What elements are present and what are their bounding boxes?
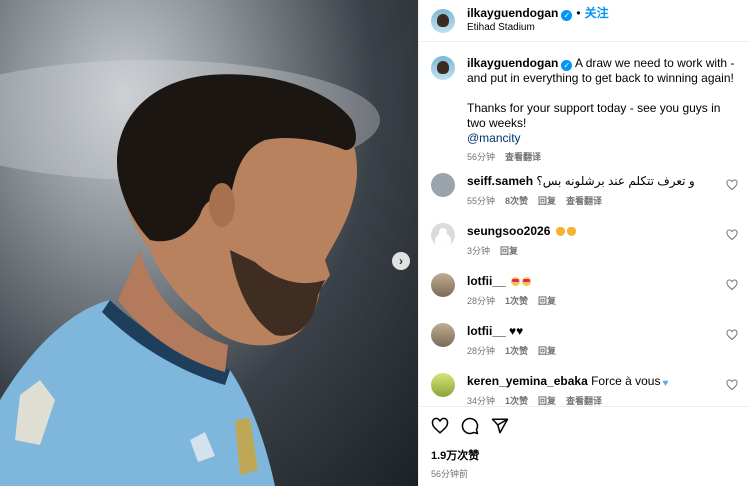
comment-text: و تعرف تتكلم عند برشلونه بس؟ — [536, 174, 695, 188]
caption-avatar[interactable] — [431, 56, 455, 80]
paper-plane-icon[interactable] — [491, 417, 509, 435]
post-dialog: › ilkayguendogan ✓ • 关注 Etihad Stadium ilka… — [0, 0, 750, 486]
hand-emoji-icon — [566, 227, 576, 236]
comment-icon[interactable] — [461, 417, 479, 435]
smile-emoji-icon — [522, 277, 532, 286]
follow-button[interactable]: 关注 — [585, 6, 609, 20]
blue-heart-emoji-icon: ♥ — [662, 378, 669, 389]
commenter-username[interactable]: seungsoo2026 — [467, 224, 550, 238]
comment-meta: 3分钟 回复 — [467, 243, 738, 259]
like-count[interactable]: 1.9万次赞 — [431, 447, 738, 463]
comment-likes[interactable]: 1次赞 — [505, 346, 528, 356]
comment-rows: seiff.sameh و تعرف تتكلم عند برشلونه بس؟… — [431, 173, 738, 406]
commenter-avatar[interactable] — [431, 323, 455, 347]
caption-body: ilkayguendogan ✓ A draw we need to work w… — [467, 56, 738, 165]
comment-meta: 55分钟 8次赞 回复 查看翻译 — [467, 193, 738, 209]
comment-likes[interactable]: 1次赞 — [505, 296, 528, 306]
reply-button[interactable]: 回复 — [538, 396, 556, 406]
commenter-avatar[interactable] — [431, 273, 455, 297]
hand-emoji-icon — [555, 227, 565, 236]
caption: ilkayguendogan ✓ A draw we need to work w… — [431, 56, 738, 165]
comment-item: keren_yemina_ebaka Force à vous ♥ 34分钟 1次赞回… — [431, 373, 738, 406]
comment-likes[interactable]: 8次赞 — [505, 196, 528, 206]
posted-time: 56分钟前 — [431, 469, 469, 479]
next-photo-button[interactable]: › — [392, 252, 410, 270]
commenter-avatar[interactable] — [431, 173, 455, 197]
comment-item: lotfii__ ♥♥ 28分钟 1次赞 回复 — [431, 323, 738, 359]
commenter-username[interactable]: lotfii__ — [467, 324, 506, 338]
comment-meta: 28分钟 1次赞 回复 — [467, 343, 738, 359]
commenter-avatar[interactable] — [431, 223, 455, 247]
comment-item: seungsoo2026 3分钟 回复 — [431, 223, 738, 259]
comment-likes[interactable]: 1次赞 — [505, 396, 528, 406]
verified-badge-icon: ✓ — [561, 60, 573, 71]
post-photo: › — [0, 0, 418, 486]
caption-translate-button[interactable]: 查看翻译 — [505, 152, 541, 162]
comment-time: 28分钟 — [467, 346, 496, 356]
header-text: ilkayguendogan ✓ • 关注 Etihad Stadium — [467, 6, 609, 35]
comment-item: lotfii__ 28分钟 1次赞 回复 — [431, 273, 738, 309]
commenter-avatar[interactable] — [431, 373, 455, 397]
comment-time: 28分钟 — [467, 296, 496, 306]
comment-meta: 28分钟 1次赞 回复 — [467, 293, 738, 309]
comment-body: seungsoo2026 3分钟 回复 — [467, 223, 738, 259]
caption-meta: 56分钟 查看翻译 — [467, 150, 738, 165]
action-bar: 1.9万次赞 56分钟前 — [419, 406, 750, 486]
reply-button[interactable]: 回复 — [538, 346, 556, 356]
comment-text: Force à vous — [591, 374, 661, 388]
translate-button[interactable]: 查看翻译 — [566, 396, 602, 406]
heart-icon[interactable] — [431, 417, 449, 435]
caption-time: 56分钟 — [467, 152, 496, 162]
comment-time: 55分钟 — [467, 196, 496, 206]
commenter-username[interactable]: seiff.sameh — [467, 174, 533, 188]
smile-emoji-icon — [511, 277, 521, 286]
reply-button[interactable]: 回复 — [538, 196, 556, 206]
comment-time: 3分钟 — [467, 246, 491, 256]
author-username[interactable]: ilkayguendogan — [467, 6, 558, 20]
post-header: ilkayguendogan ✓ • 关注 Etihad Stadium — [419, 0, 750, 42]
separator-dot: • — [576, 6, 581, 20]
reply-button[interactable]: 回复 — [538, 296, 556, 306]
comment-body: seiff.sameh و تعرف تتكلم عند برشلونه بس؟… — [467, 173, 738, 209]
translate-button[interactable]: 查看翻译 — [566, 196, 602, 206]
action-icons — [431, 415, 738, 437]
comment-like-heart-icon[interactable] — [726, 179, 738, 191]
comment-body: keren_yemina_ebaka Force à vous ♥ 34分钟 1次赞回… — [467, 373, 738, 406]
comment-like-heart-icon[interactable] — [726, 379, 738, 391]
chevron-right-icon: › — [399, 254, 403, 268]
comment-like-heart-icon[interactable] — [726, 329, 738, 341]
player-illustration — [0, 60, 380, 486]
side-panel: ilkayguendogan ✓ • 关注 Etihad Stadium ilkayg… — [418, 0, 750, 486]
reply-button[interactable]: 回复 — [500, 246, 518, 256]
comment-text: ♥♥ — [509, 324, 524, 338]
verified-badge-icon: ✓ — [561, 10, 573, 21]
commenter-username[interactable]: keren_yemina_ebaka — [467, 374, 588, 388]
comment-like-heart-icon[interactable] — [726, 229, 738, 241]
comment-item: seiff.sameh و تعرف تتكلم عند برشلونه بس؟… — [431, 173, 738, 209]
comments-list[interactable]: ilkayguendogan ✓ A draw we need to work w… — [419, 42, 750, 406]
comment-time: 34分钟 — [467, 396, 496, 406]
praying-hands-emoji-icon — [532, 119, 541, 128]
comment-body: lotfii__ ♥♥ 28分钟 1次赞 回复 — [467, 323, 738, 359]
caption-mention[interactable]: @mancity — [467, 131, 521, 145]
commenter-username[interactable]: lotfii__ — [467, 274, 506, 288]
location-link[interactable]: Etihad Stadium — [467, 21, 609, 35]
comment-meta: 34分钟 1次赞 回复 查看翻译 — [467, 393, 738, 406]
author-avatar[interactable] — [431, 8, 455, 33]
caption-username[interactable]: ilkayguendogan — [467, 56, 558, 70]
comment-like-heart-icon[interactable] — [726, 279, 738, 291]
comment-body: lotfii__ 28分钟 1次赞 回复 — [467, 273, 738, 309]
